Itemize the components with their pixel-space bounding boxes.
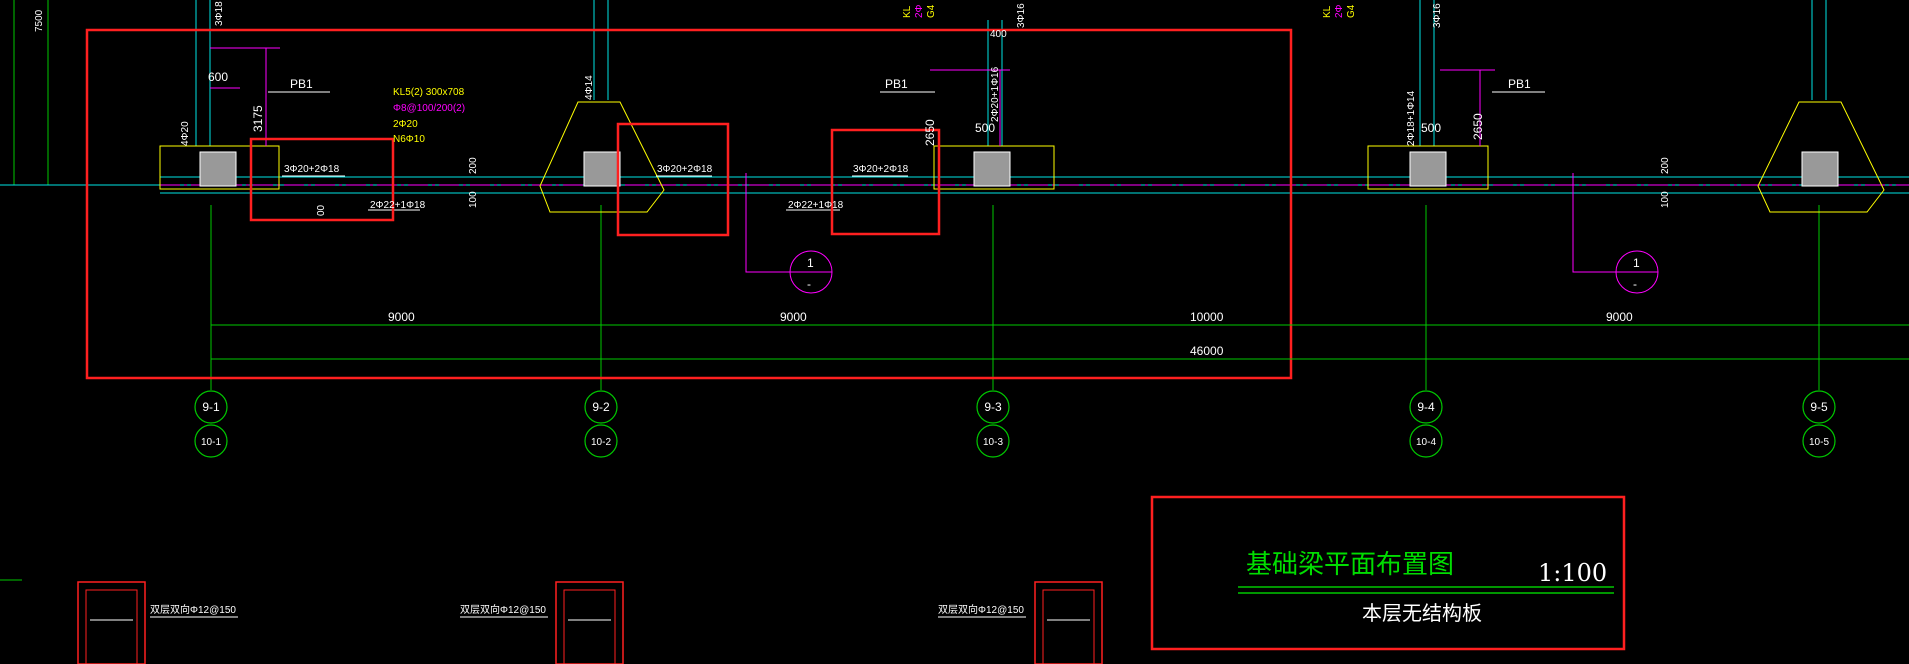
dim-500-a: 500 xyxy=(975,121,995,135)
column-rebar-4phi14: 4Φ14 xyxy=(584,75,595,100)
rebar-bot-1: 2Φ22+1Φ18 xyxy=(370,200,426,211)
dim-3175: 3175 xyxy=(251,105,265,132)
rebar-top-3: 3Φ20+2Φ18 xyxy=(853,164,909,175)
axis-label-10-2: 10-2 xyxy=(591,437,611,448)
pb1-label-3: PB1 xyxy=(1508,77,1531,91)
left-edge-lines xyxy=(0,0,60,581)
column-rebar-3phi16-a: 3Φ16 xyxy=(1016,3,1027,28)
span-dim-1: 9000 xyxy=(388,310,415,324)
axis-label-9-4: 9-4 xyxy=(1417,400,1435,414)
dim-2650-a: 2650 xyxy=(923,119,937,146)
top-g4-a: G4 xyxy=(926,4,937,18)
grid-axis-lines xyxy=(210,205,1820,390)
column-rebar-2phi20-1phi16: 2Φ20+1Φ16 xyxy=(990,66,1001,122)
column-rebar-4phi20: 4Φ20 xyxy=(180,121,191,146)
axis-label-9-5: 9-5 xyxy=(1810,400,1828,414)
column-lines xyxy=(195,0,1827,146)
axis-label-10-3: 10-3 xyxy=(983,437,1003,448)
left-elevation-label: 7500 xyxy=(34,9,45,32)
bottom-note-3: 双层双向Φ12@150 xyxy=(938,603,1024,616)
bottom-note-1: 双层双向Φ12@150 xyxy=(150,603,236,616)
rebar-bot-2: 2Φ22+1Φ18 xyxy=(788,200,844,211)
span-dim-2: 9000 xyxy=(780,310,807,324)
footing-rect-2 xyxy=(933,145,1055,190)
axis-bubbles xyxy=(194,390,1836,458)
dim-00: 00 xyxy=(316,204,327,216)
axis-label-10-1: 10-1 xyxy=(201,437,221,448)
axis-label-10-5: 10-5 xyxy=(1809,437,1829,448)
section-mark-1-dash: - xyxy=(807,277,811,291)
title-block-lines xyxy=(1238,586,1614,594)
kl5-top-rebar: 2Φ20 xyxy=(393,119,418,130)
column-rebar-2phi18-1phi14: 2Φ18+1Φ14 xyxy=(1406,90,1417,146)
pb1-label-2: PB1 xyxy=(885,77,908,91)
top-g4-b: G4 xyxy=(1346,4,1357,18)
cad-drawing-canvas[interactable]: 7500 PB1 PB1 PB1 600 3175 2650 2650 500 … xyxy=(0,0,1909,664)
kl5-side-rebar: N6Φ10 xyxy=(393,134,425,145)
dim-400: 400 xyxy=(990,29,1007,40)
pb1-label-1: PB1 xyxy=(290,77,313,91)
beam-main-lines xyxy=(0,176,1909,194)
drawing-title: 基础梁平面布置图 xyxy=(1246,550,1454,580)
dim-100-a: 100 xyxy=(468,191,479,208)
dim-2650-b: 2650 xyxy=(1471,113,1485,140)
span-dim-3: 10000 xyxy=(1190,310,1224,324)
section-mark-1-number: 1 xyxy=(807,256,814,270)
top-2phi-a: 2Φ xyxy=(914,4,925,18)
dimension-lines xyxy=(211,324,1909,360)
span-dim-4: 9000 xyxy=(1606,310,1633,324)
kl5-name: KL5(2) 300x708 xyxy=(393,87,465,98)
column-rebar-3phi18: 3Φ18 xyxy=(214,1,225,26)
section-mark-2-number: 1 xyxy=(1633,256,1640,270)
footing-rect-1 xyxy=(159,145,280,190)
axis-label-9-1: 9-1 xyxy=(202,400,220,414)
top-kl-b: KL xyxy=(1322,5,1333,18)
axis-label-9-3: 9-3 xyxy=(984,400,1002,414)
dim-100-b: 100 xyxy=(1660,191,1671,208)
rebar-top-1: 3Φ20+2Φ18 xyxy=(284,164,340,175)
footing-rect-3 xyxy=(1367,145,1489,190)
bottom-detail-boxes xyxy=(77,581,1103,664)
column-rebar-3phi16-b: 3Φ16 xyxy=(1432,3,1443,28)
top-kl-a: KL xyxy=(902,5,913,18)
axis-label-9-2: 9-2 xyxy=(592,400,610,414)
kl5-stirrup: Φ8@100/200(2) xyxy=(393,103,465,114)
total-dim: 46000 xyxy=(1190,344,1224,358)
dim-200-b: 200 xyxy=(1660,157,1671,174)
dim-200-a: 200 xyxy=(468,157,479,174)
top-2phi-b: 2Φ xyxy=(1334,4,1345,18)
dim-500-b: 500 xyxy=(1421,121,1441,135)
drawing-subtitle: 本层无结构板 xyxy=(1362,601,1482,625)
drawing-scale: 1:100 xyxy=(1538,559,1607,587)
bottom-note-2: 双层双向Φ12@150 xyxy=(460,603,546,616)
dim-600: 600 xyxy=(208,70,228,84)
rebar-top-2: 3Φ20+2Φ18 xyxy=(657,164,713,175)
footing-trapezoid-1 xyxy=(539,101,665,213)
section-mark-2-dash: - xyxy=(1633,277,1637,291)
axis-label-10-4: 10-4 xyxy=(1416,437,1436,448)
footing-trapezoid-2 xyxy=(1757,101,1885,213)
